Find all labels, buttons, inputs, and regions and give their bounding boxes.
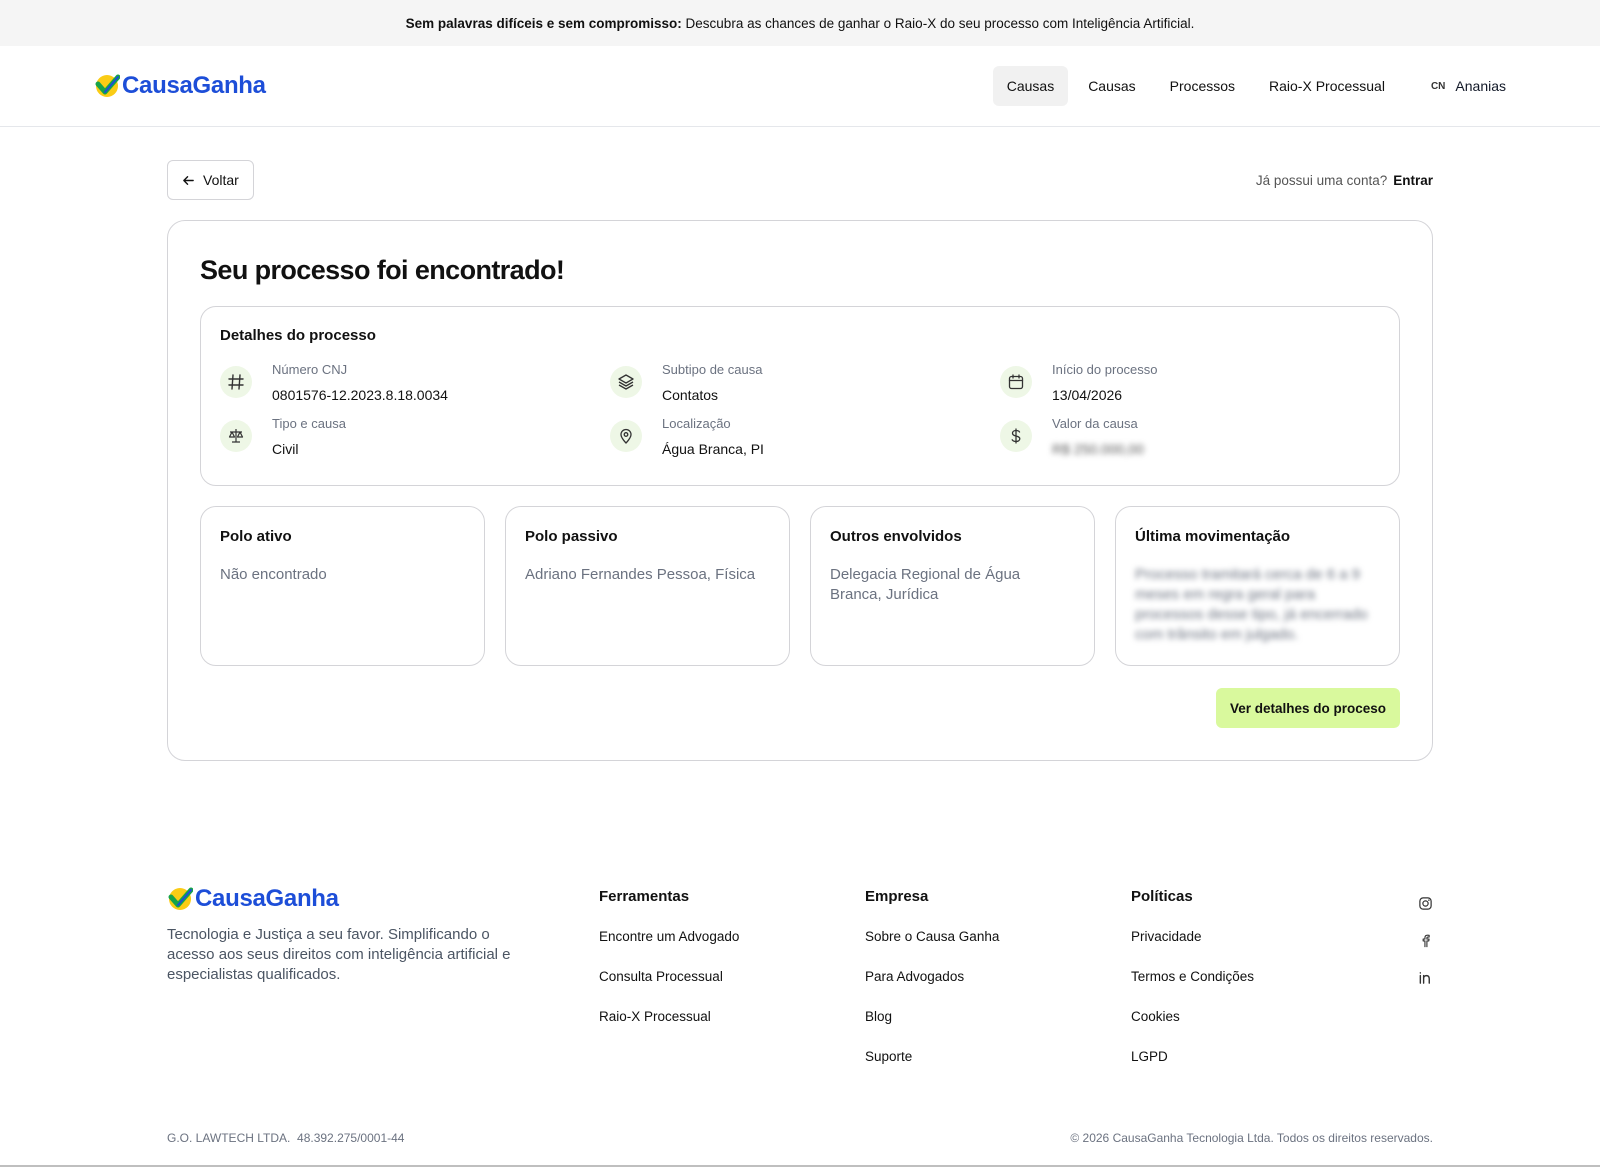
result-card: Seu processo foi encontrado! Detalhes do… xyxy=(167,220,1433,761)
company-cnpj: 48.392.275/0001-44 xyxy=(297,1131,405,1145)
main-nav: Causas Causas Processos Raio-X Processua… xyxy=(992,66,1506,106)
logo[interactable]: CausaGanha xyxy=(94,72,266,100)
hash-icon xyxy=(220,366,252,398)
logo-text: CausaGanha xyxy=(122,72,266,99)
ultima-movimentacao-card: Última movimentação Processo tramitará c… xyxy=(1115,506,1400,666)
parties-row: Polo ativo Não encontrado Polo passivo A… xyxy=(200,506,1400,666)
box-title: Polo ativo xyxy=(220,528,292,545)
box-text: Delegacia Regional de Água Branca, Juríd… xyxy=(830,566,1021,603)
login-prompt: Já possui uma conta? Entrar xyxy=(1256,173,1433,188)
copyright: © 2026 CausaGanha Tecnologia Ltda. Todos… xyxy=(1070,1131,1433,1145)
detail-value: Contatos xyxy=(662,387,719,403)
company-name: G.O. LAWTECH LTDA. xyxy=(167,1131,291,1145)
main-content: Voltar Já possui uma conta? Entrar Seu pr… xyxy=(167,160,1433,761)
checkmark-logo-icon xyxy=(95,74,120,97)
company-info: G.O. LAWTECH LTDA. 48.392.275/0001-44 xyxy=(167,1131,404,1145)
footer-col-title: Ferramentas xyxy=(599,888,690,905)
detail-label: Número CNJ xyxy=(272,362,348,377)
footer-link-cookies[interactable]: Cookies xyxy=(1131,1009,1361,1025)
checkmark-logo-icon xyxy=(168,887,193,910)
nav-item-processos[interactable]: Processos xyxy=(1156,66,1249,106)
detail-label: Início do processo xyxy=(1052,362,1158,377)
footer-link-encontre-advogado[interactable]: Encontre um Advogado xyxy=(599,929,865,945)
nav-item-causas[interactable]: Causas xyxy=(992,66,1069,106)
user-name: Ananias xyxy=(1455,78,1506,94)
box-title: Última movimentação xyxy=(1135,528,1291,545)
login-prompt-text: Já possui uma conta? xyxy=(1255,172,1388,188)
linkedin-icon[interactable] xyxy=(1418,970,1433,985)
detail-label: Localização xyxy=(662,416,731,431)
box-text-blurred: Processo tramitará cerca de 6 a 9 meses … xyxy=(1135,566,1368,643)
detail-value-blurred: R$ 250.000,00 xyxy=(1052,441,1144,457)
facebook-icon[interactable] xyxy=(1418,933,1433,948)
details-title: Detalhes do processo xyxy=(220,327,376,344)
detail-label: Subtipo de causa xyxy=(662,362,763,377)
footer-link-raio-x[interactable]: Raio-X Processual xyxy=(599,1009,865,1025)
detail-value: 13/04/2026 xyxy=(1052,387,1123,403)
layers-icon xyxy=(610,366,642,398)
back-button[interactable]: Voltar xyxy=(167,160,254,200)
box-title: Polo passivo xyxy=(525,528,618,545)
scale-icon xyxy=(220,420,252,452)
social-links xyxy=(1397,885,1433,1065)
detail-value: 0801576-12.2023.8.18.0034 xyxy=(272,387,448,403)
announcement-bold: Sem palavras difíceis e sem compromisso: xyxy=(405,15,682,31)
back-label: Voltar xyxy=(203,172,239,188)
footer-col-title: Políticas xyxy=(1131,888,1193,905)
detail-label: Valor da causa xyxy=(1052,416,1138,431)
dollar-icon xyxy=(1000,420,1032,452)
footer-link-termos[interactable]: Termos e Condições xyxy=(1131,969,1361,985)
calendar-icon xyxy=(1000,366,1032,398)
footer-logo[interactable]: CausaGanha xyxy=(167,885,599,913)
footer-link-privacidade[interactable]: Privacidade xyxy=(1131,929,1361,945)
polo-ativo-card: Polo ativo Não encontrado xyxy=(200,506,485,666)
detail-inicio: Início do processo 13/04/2026 xyxy=(1000,362,1390,406)
nav-item-raio-x[interactable]: Raio-X Processual xyxy=(1255,66,1399,106)
footer-col-empresa: Empresa Sobre o Causa Ganha Para Advogad… xyxy=(865,885,1131,1065)
detail-tipo: Tipo e causa Civil xyxy=(220,416,610,460)
footer-col-politicas: Políticas Privacidade Termos e Condições… xyxy=(1131,885,1361,1065)
map-pin-icon xyxy=(610,420,642,452)
footer-col-title: Empresa xyxy=(865,888,929,905)
box-title: Outros envolvidos xyxy=(830,528,962,545)
login-link[interactable]: Entrar xyxy=(1393,173,1433,188)
detail-value: Água Branca, PI xyxy=(662,441,764,457)
nav-item-causas-2[interactable]: Causas xyxy=(1074,66,1149,106)
detail-valor: Valor da causa R$ 250.000,00 xyxy=(1000,416,1390,460)
detail-numero-cnj: Número CNJ 0801576-12.2023.8.18.0034 xyxy=(220,362,610,406)
arrow-left-icon xyxy=(183,175,194,185)
footer-link-para-advogados[interactable]: Para Advogados xyxy=(865,969,1131,985)
footer-link-lgpd[interactable]: LGPD xyxy=(1131,1049,1361,1065)
footer-link-suporte[interactable]: Suporte xyxy=(865,1049,1131,1065)
detail-label: Tipo e causa xyxy=(272,416,346,431)
announcement-bar: Sem palavras difíceis e sem compromisso:… xyxy=(0,0,1600,46)
process-details: Detalhes do processo Número CNJ 0801576-1… xyxy=(200,306,1400,486)
site-header: CausaGanha Causas Causas Processos Raio-… xyxy=(0,46,1600,127)
detail-value: Civil xyxy=(272,441,299,457)
box-text: Adriano Fernandes Pessoa, Física xyxy=(525,566,756,583)
announcement-text: Descubra as chances de ganhar o Raio-X d… xyxy=(685,15,1195,31)
detail-localizacao: Localização Água Branca, PI xyxy=(610,416,1000,460)
footer-description: Tecnologia e Justiça a seu favor. Simpli… xyxy=(167,926,511,983)
view-details-button[interactable]: Ver detalhes do proceso xyxy=(1215,688,1400,728)
outros-envolvidos-card: Outros envolvidos Delegacia Regional de … xyxy=(810,506,1095,666)
user-menu[interactable]: CN Ananias xyxy=(1431,78,1506,94)
avatar: CN xyxy=(1430,80,1446,92)
polo-passivo-card: Polo passivo Adriano Fernandes Pessoa, F… xyxy=(505,506,790,666)
footer-link-consulta-processual[interactable]: Consulta Processual xyxy=(599,969,865,985)
footer-bottom: G.O. LAWTECH LTDA. 48.392.275/0001-44 © … xyxy=(167,1131,1433,1145)
box-text: Não encontrado xyxy=(220,566,327,583)
footer-logo-text: CausaGanha xyxy=(195,885,339,912)
footer-col-ferramentas: Ferramentas Encontre um Advogado Consult… xyxy=(599,885,865,1065)
footer-link-sobre[interactable]: Sobre o Causa Ganha xyxy=(865,929,1131,945)
site-footer: CausaGanha Tecnologia e Justiça a seu fa… xyxy=(167,885,1433,1065)
detail-subtipo: Subtipo de causa Contatos xyxy=(610,362,1000,406)
instagram-icon[interactable] xyxy=(1418,896,1433,911)
page-title: Seu processo foi encontrado! xyxy=(200,255,565,285)
footer-link-blog[interactable]: Blog xyxy=(865,1009,1131,1025)
